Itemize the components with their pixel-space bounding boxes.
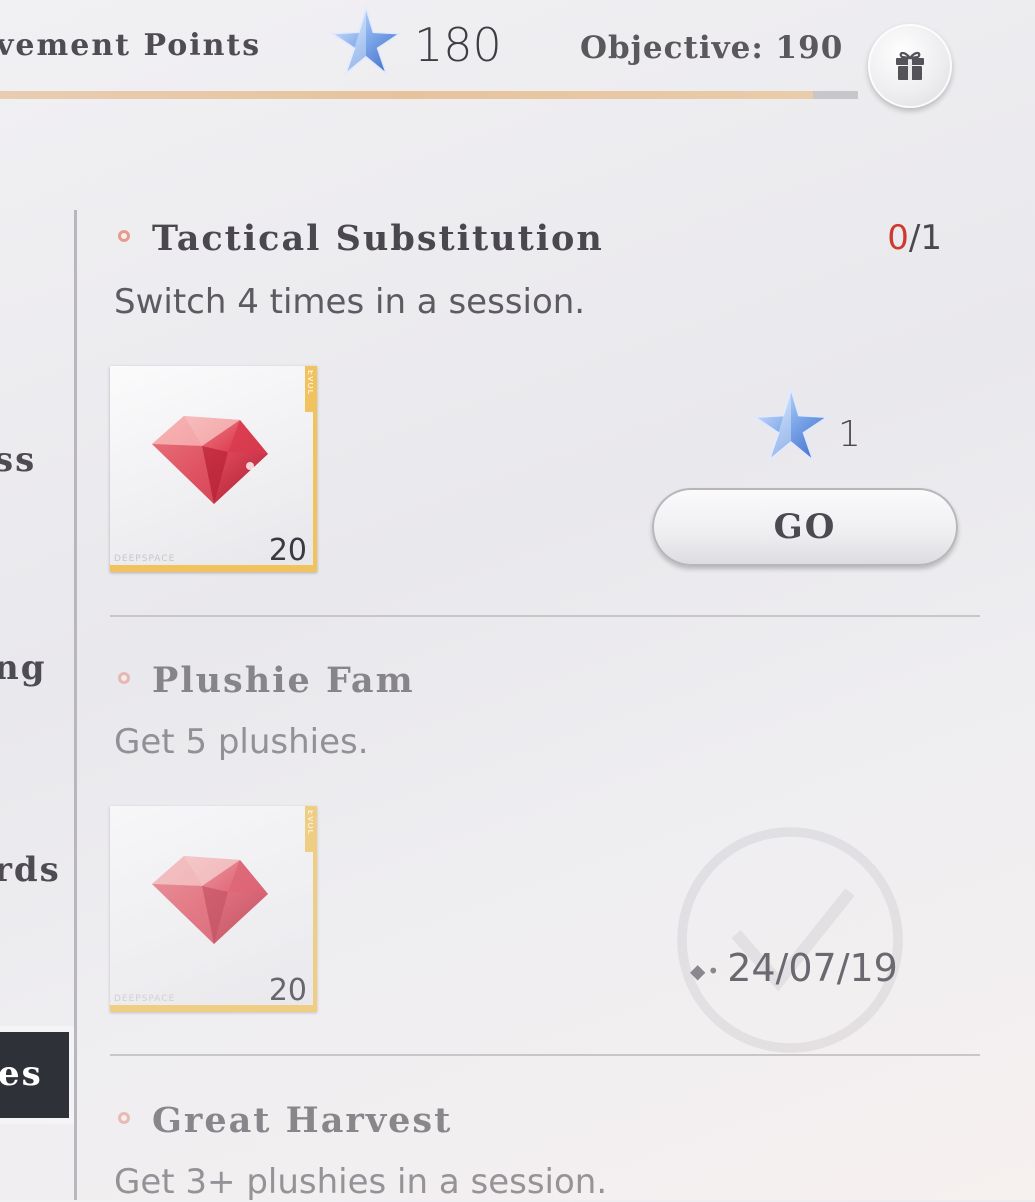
star-icon [752,386,830,463]
quest-description: Get 3+ plushies in a session. [114,1162,608,1202]
quest-progress-current: 0 [887,218,909,258]
star-icon [330,5,402,76]
quest-bullet [118,1112,130,1124]
gift-button[interactable] [868,24,952,108]
nav-item-active[interactable]: es [0,1032,69,1118]
quest-separator [110,615,980,617]
quest-title: Tactical Substitution [152,218,604,259]
star-reward: 1 [750,386,890,466]
nav-divider [74,210,77,1200]
reward-item[interactable]: EVOL DEEPSPACE 20 [110,366,317,572]
quest-card: Great Harvest Get 3+ plushies in a sessi… [110,1090,980,1202]
quest-bullet [118,230,130,242]
date-dots-icon: ◆• [690,958,722,983]
achievement-progress-bar [0,91,858,99]
reward-border-right [313,366,317,572]
completed-watermark-icon [677,827,903,1053]
achievement-progress-fill [0,91,813,99]
quest-title: Great Harvest [152,1100,453,1141]
quest-card: Tactical Substitution 0/1 Switch 4 times… [110,210,980,590]
star-reward-count: 1 [838,414,861,455]
nav-item-2[interactable]: ng [0,648,47,688]
quest-description: Get 5 plushies. [114,722,369,762]
achievement-points-value: 180 [414,18,502,72]
reward-border-right [313,806,317,1012]
nav-item-1[interactable]: ss [0,440,36,480]
gift-icon [896,51,924,80]
nav-item-active-label: es [0,1054,43,1094]
achievement-points-label: vement Points [0,28,262,63]
completion-date-value: 24/07/19 [727,946,898,990]
quest-progress-total: /1 [908,218,942,258]
reward-brand: DEEPSPACE [114,554,176,564]
quest-separator [110,1054,980,1056]
diamond-icon [152,856,268,944]
completion-date: ◆• 24/07/19 [690,946,898,990]
nav-item-3[interactable]: rds [0,850,61,890]
quest-title: Plushie Fam [152,660,415,701]
quest-progress-counter: 0/1 [887,218,942,258]
quest-bullet [118,672,130,684]
reward-quantity: 20 [268,973,307,1008]
go-button[interactable]: GO [652,488,958,566]
diamond-icon [152,416,268,504]
reward-quantity: 20 [268,533,307,568]
reward-item[interactable]: EVOL DEEPSPACE 20 [110,806,317,1012]
quest-description: Switch 4 times in a session. [114,282,586,322]
achievement-header: vement Points 180 Objective: 190 [0,0,1035,120]
objective-label: Objective: 190 [580,30,844,66]
reward-brand: DEEPSPACE [114,994,176,1004]
